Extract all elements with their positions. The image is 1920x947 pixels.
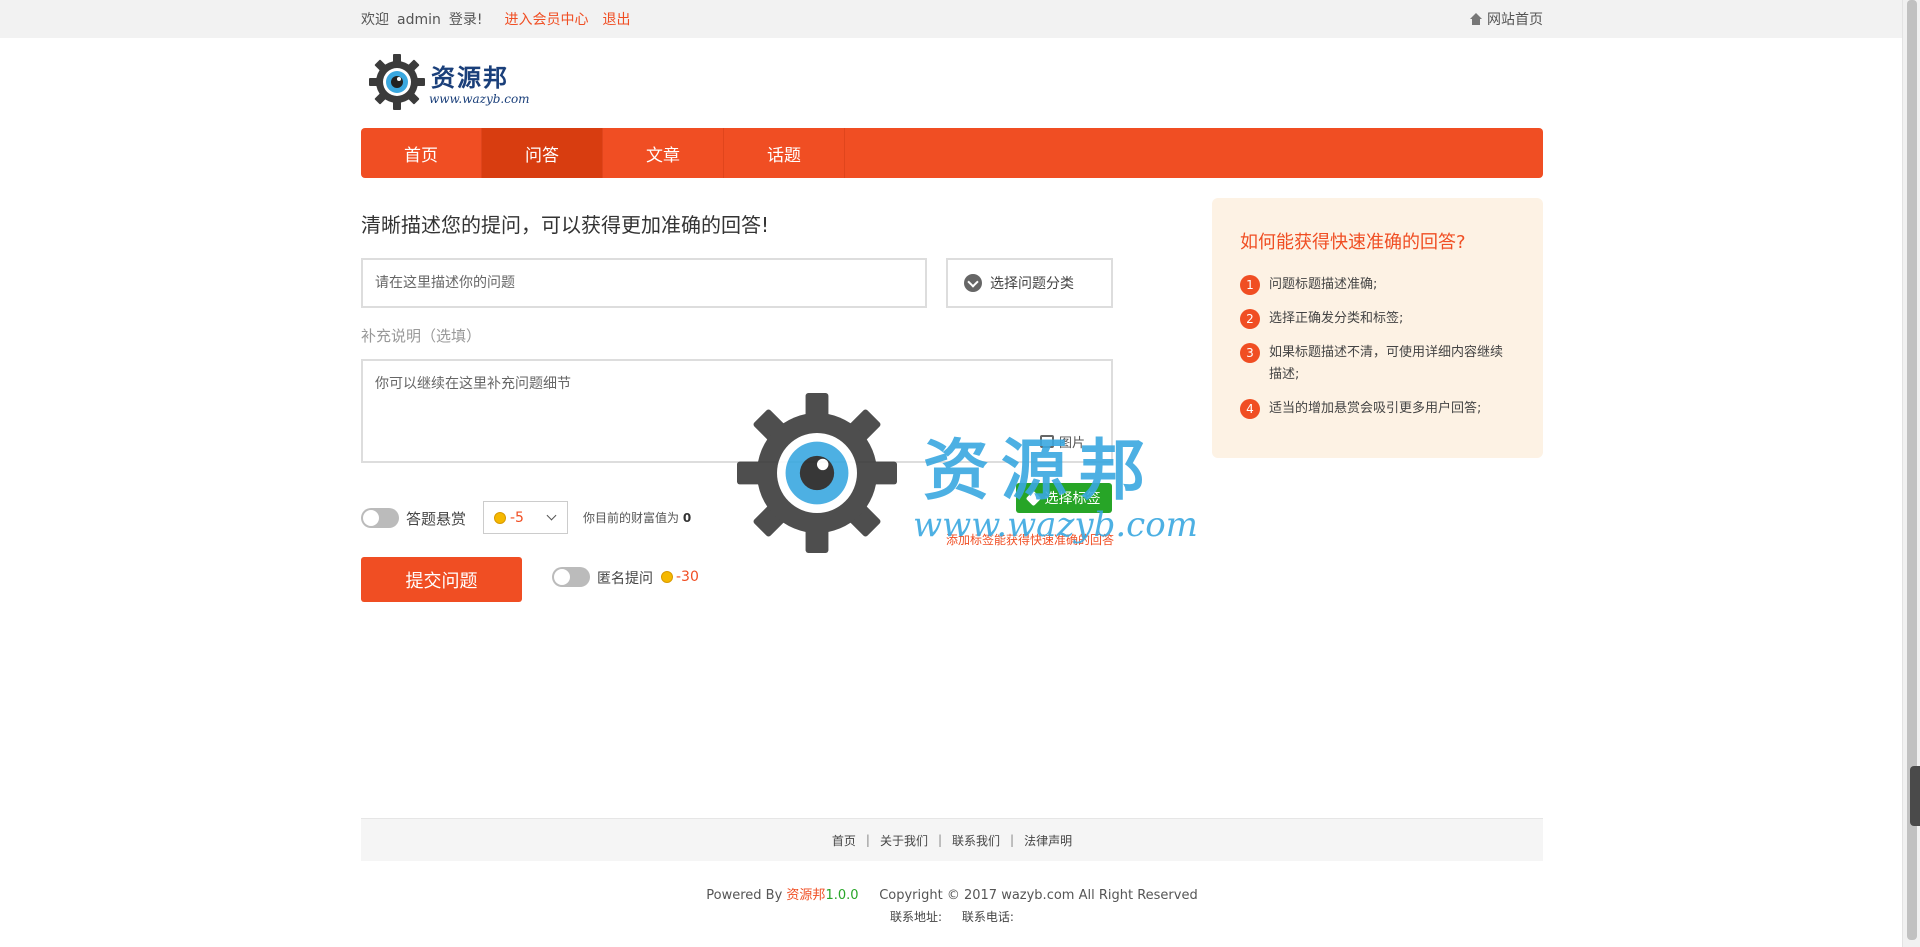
- logout-link[interactable]: 退出: [603, 9, 631, 29]
- welcome-text: 欢迎 admin 登录!: [361, 9, 491, 29]
- footer-brand-link[interactable]: 资源邦: [786, 888, 825, 903]
- site-home-link[interactable]: 网站首页: [1469, 9, 1543, 29]
- tip-text: 如果标题描述不清，可使用详细内容继续描述;: [1269, 345, 1504, 382]
- footer-link-home[interactable]: 首页: [832, 832, 856, 849]
- top-bar: 欢迎 admin 登录! 进入会员中心 退出 网站首页: [0, 0, 1902, 38]
- tip-item: 3 如果标题描述不清，可使用详细内容继续描述;: [1240, 342, 1515, 386]
- submit-question-button[interactable]: 提交问题: [361, 557, 522, 602]
- contact-address-label: 联系地址:: [890, 910, 943, 924]
- chevron-down-icon: [964, 274, 982, 292]
- tips-panel: 如何能获得快速准确的回答? 1 问题标题描述准确; 2 选择正确发分类和标签; …: [1212, 198, 1543, 458]
- coin-icon: [494, 511, 506, 524]
- gear-eye-logo-icon: [369, 54, 425, 110]
- tip-number: 3: [1240, 343, 1260, 363]
- logo-url: www.wazyb.com: [429, 92, 530, 106]
- member-center-link[interactable]: 进入会员中心: [505, 9, 589, 29]
- copyright-text: Copyright © 2017 wazyb.com All Right Res…: [879, 888, 1198, 903]
- side-widget-handle[interactable]: [1910, 766, 1920, 826]
- nav-item-articles[interactable]: 文章: [603, 128, 724, 178]
- watermark-gear-icon: [737, 393, 897, 553]
- footer-links: 首页 | 关于我们 | 联系我们 | 法律声明: [361, 818, 1543, 861]
- watermark-url: www.wazyb.com: [913, 505, 1198, 545]
- wealth-label: 你目前的财富值为: [583, 511, 680, 525]
- page-title: 清晰描述您的提问，可以获得更加准确的回答!: [361, 213, 770, 237]
- tip-text: 适当的增加悬赏会吸引更多用户回答;: [1269, 401, 1482, 416]
- chevron-down-icon: [546, 510, 557, 521]
- tip-text: 问题标题描述准确;: [1269, 277, 1378, 292]
- reward-amount-value: -5: [510, 509, 524, 526]
- question-title-input[interactable]: [361, 258, 927, 308]
- tip-number: 4: [1240, 399, 1260, 419]
- logo-title: 资源邦: [431, 63, 509, 92]
- footer-separator: |: [865, 833, 870, 847]
- wealth-info: 你目前的财富值为 0: [583, 509, 691, 526]
- nav-item-qa[interactable]: 问答: [482, 128, 603, 178]
- tip-text: 选择正确发分类和标签;: [1269, 311, 1404, 326]
- tips-title: 如何能获得快速准确的回答?: [1240, 232, 1466, 253]
- footer-version: 1.0.0: [825, 888, 859, 903]
- nav-item-home[interactable]: 首页: [361, 128, 482, 178]
- supplement-label: 补充说明（选填）: [361, 327, 482, 345]
- footer-link-about[interactable]: 关于我们: [880, 832, 928, 849]
- footer-separator: |: [937, 833, 943, 847]
- tip-item: 2 选择正确发分类和标签;: [1240, 308, 1515, 330]
- home-icon: [1469, 13, 1483, 25]
- tip-item: 1 问题标题描述准确;: [1240, 274, 1515, 296]
- powered-by-label: Powered By: [706, 888, 783, 903]
- login-suffix: 登录!: [448, 12, 483, 28]
- tip-number: 1: [1240, 275, 1260, 295]
- nav-item-topics[interactable]: 话题: [724, 128, 845, 178]
- coin-icon: [661, 571, 673, 583]
- welcome-label: 欢迎: [361, 12, 389, 28]
- footer-link-contact[interactable]: 联系我们: [952, 832, 1000, 849]
- contact-phone-label: 联系电话:: [961, 910, 1014, 924]
- top-bar-inner: 欢迎 admin 登录! 进入会员中心 退出 网站首页: [361, 0, 1543, 38]
- watermark-title: 资源邦: [923, 431, 1157, 509]
- tip-item: 4 适当的增加悬赏会吸引更多用户回答;: [1240, 398, 1515, 420]
- footer-link-legal[interactable]: 法律声明: [1024, 832, 1072, 849]
- footer-copyright: Powered By 资源邦1.0.0 Copyright © 2017 waz…: [361, 884, 1543, 903]
- anonymous-cost: -30: [661, 569, 699, 585]
- reward-label: 答题悬赏: [406, 510, 467, 528]
- anonymous-toggle[interactable]: [552, 567, 590, 587]
- username: admin: [397, 12, 441, 28]
- footer-contact: 联系地址: 联系电话:: [361, 908, 1543, 925]
- anonymous-label: 匿名提问: [597, 571, 653, 587]
- site-home-label: 网站首页: [1487, 12, 1543, 28]
- wealth-value: 0: [682, 511, 692, 525]
- reward-toggle[interactable]: [361, 508, 399, 528]
- site-logo[interactable]: 资源邦 www.wazyb.com: [369, 52, 530, 112]
- anonymous-cost-value: -30: [676, 569, 699, 585]
- watermark: 资源邦 www.wazyb.com: [737, 393, 1198, 553]
- tip-number: 2: [1240, 309, 1260, 329]
- category-select-label: 选择问题分类: [990, 276, 1074, 292]
- footer-separator: |: [1010, 833, 1015, 847]
- main-nav: 首页 问答 文章 话题: [361, 128, 1543, 178]
- category-select[interactable]: 选择问题分类: [946, 258, 1113, 308]
- reward-amount-select[interactable]: -5: [483, 501, 568, 534]
